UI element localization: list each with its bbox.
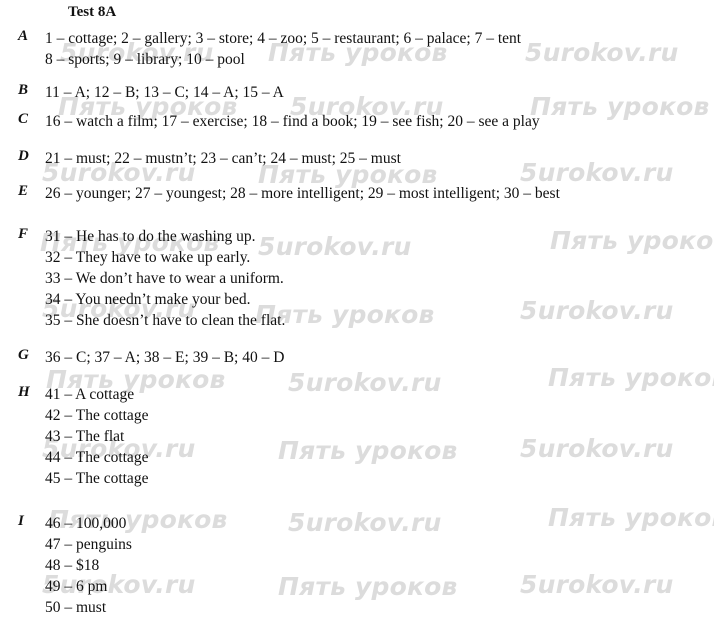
answer-section: I 46 – 100,000 47 – penguins 48 – $18 49 – 6… (0, 513, 714, 618)
section-lines: 46 – 100,000 47 – penguins 48 – $18 49 – 6 … (45, 513, 714, 618)
section-letter: F (18, 226, 29, 242)
section-letter: G (18, 347, 29, 363)
section-lines: 26 – younger; 27 – youngest; 28 – more i… (45, 183, 714, 204)
answer-section: C 16 – watch a film; 17 – exercise; 18 – … (0, 111, 714, 132)
answer-line: 47 – penguins (45, 536, 132, 553)
answer-line: 42 – The cottage (45, 407, 149, 424)
answer-line: 49 – 6 pm (45, 578, 108, 595)
section-letter: B (18, 82, 29, 98)
page-title: Test 8A (68, 4, 117, 20)
answer-line: 34 – You needn’t make your bed. (45, 291, 251, 308)
answer-section: F 31 – He has to do the washing up. 32 – T… (0, 226, 714, 331)
section-lines: 1 – cottage; 2 – gallery; 3 – store; 4 –… (45, 28, 714, 70)
answer-line: 36 – C; 37 – A; 38 – E; 39 – B; 40 – D (45, 349, 285, 366)
answer-line: 35 – She doesn’t have to clean the flat. (45, 312, 286, 329)
answer-line: 33 – We don’t have to wear a uniform. (45, 270, 284, 287)
section-letter: C (18, 111, 29, 127)
section-letter: A (18, 28, 29, 44)
section-lines: 41 – A cottage 42 – The cottage 43 – The f… (45, 384, 714, 489)
answer-line: 32 – They have to wake up early. (45, 249, 251, 266)
answer-section: G 36 – C; 37 – A; 38 – E; 39 – B; 40 – D (0, 347, 714, 368)
section-lines: 21 – must; 22 – mustn’t; 23 – can’t; 24 … (45, 148, 714, 169)
document-page: 5urokov.ru Пять уроков 5urokov.ru Пять урок… (0, 0, 714, 620)
answer-line: 8 – sports; 9 – library; 10 – pool (45, 51, 245, 68)
answer-section: H 41 – A cottage 42 – The cottage 43 – The … (0, 384, 714, 489)
section-lines: 36 – C; 37 – A; 38 – E; 39 – B; 40 – D (45, 347, 714, 368)
answer-line: 11 – A; 12 – B; 13 – C; 14 – A; 15 – A (45, 84, 284, 101)
answer-line: 44 – The cottage (45, 449, 149, 466)
answer-line: 46 – 100,000 (45, 515, 127, 532)
answer-line: 50 – must (45, 599, 107, 616)
answer-line: 45 – The cottage (45, 470, 149, 487)
answer-line: 31 – He has to do the washing up. (45, 228, 256, 245)
answer-line: 16 – watch a film; 17 – exercise; 18 – f… (45, 113, 540, 130)
section-letter: H (18, 384, 30, 400)
answer-line: 48 – $18 (45, 557, 100, 574)
section-lines: 31 – He has to do the washing up. 32 – Th… (45, 226, 714, 331)
answer-section: D 21 – must; 22 – mustn’t; 23 – can’t; 24… (0, 148, 714, 169)
section-lines: 16 – watch a film; 17 – exercise; 18 – f… (45, 111, 714, 132)
answer-section: A 1 – cottage; 2 – gallery; 3 – store; 4 … (0, 28, 714, 70)
answer-line: 43 – The flat (45, 428, 125, 445)
answer-line: 41 – A cottage (45, 386, 135, 403)
answer-section: E 26 – younger; 27 – youngest; 28 – more … (0, 183, 714, 204)
section-lines: 11 – A; 12 – B; 13 – C; 14 – A; 15 – A (45, 82, 714, 103)
section-letter: D (18, 148, 29, 164)
answer-line: 26 – younger; 27 – youngest; 28 – more i… (45, 185, 560, 202)
document-content: Test 8A A 1 – cottage; 2 – gallery; 3 – s… (0, 0, 714, 620)
answer-line: 21 – must; 22 – mustn’t; 23 – can’t; 24 … (45, 150, 401, 167)
answer-section: B 11 – A; 12 – B; 13 – C; 14 – A; 15 – A (0, 82, 714, 103)
answer-line: 1 – cottage; 2 – gallery; 3 – store; 4 –… (45, 30, 522, 47)
section-letter: E (18, 183, 29, 199)
section-letter: I (18, 513, 24, 529)
